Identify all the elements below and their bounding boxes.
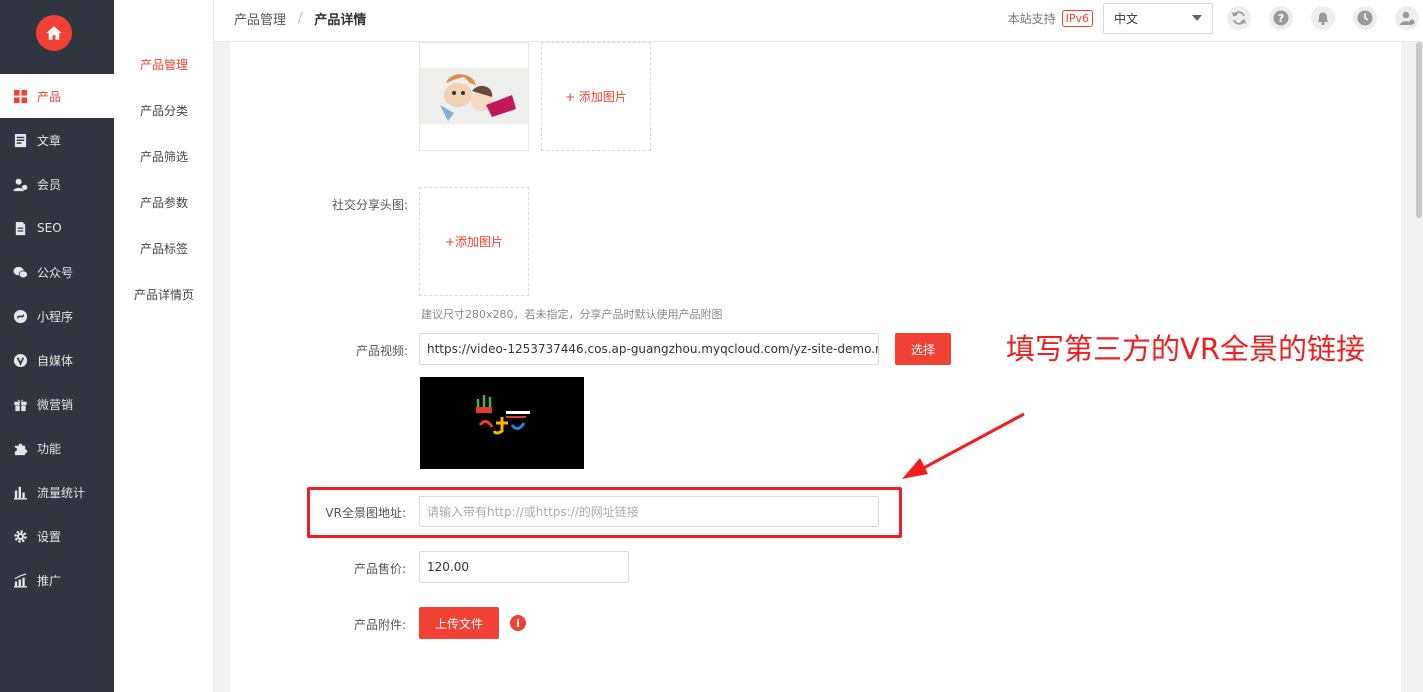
document-icon	[12, 132, 28, 148]
size-hint: 建议尺寸280x280，若未指定，分享产品时默认使用产品附图	[421, 308, 723, 321]
header-actions: 本站支持 IPv6 中文 ?	[1008, 0, 1423, 36]
refresh-button[interactable]	[1227, 6, 1251, 30]
annotation-text: 填写第三方的VR全景的链接	[1006, 332, 1365, 366]
sidebar-item-label: SEO	[37, 221, 62, 235]
subnav-item-product-detail-page[interactable]: 产品详情页	[114, 271, 214, 317]
select-video-button[interactable]: 选择	[895, 333, 951, 365]
sidebar-item-mini-program[interactable]: 小程序	[0, 294, 114, 338]
language-value: 中文	[1114, 11, 1139, 26]
support-text: 本站支持	[1007, 11, 1056, 26]
language-select[interactable]: 中文	[1103, 2, 1213, 34]
video-logo-image	[420, 377, 584, 469]
video-label: 产品视频:	[355, 344, 408, 358]
vr-url-label: VR全景图地址:	[325, 506, 406, 520]
gift-icon	[12, 396, 28, 412]
sidebar-item-label: 会员	[37, 177, 62, 192]
cartoon-image	[420, 43, 528, 150]
sidebar-item-product[interactable]: 产品	[0, 74, 114, 118]
help-button[interactable]: ?	[1269, 6, 1293, 30]
sidebar-item-label: 自媒体	[37, 353, 74, 368]
puzzle-icon	[12, 440, 28, 456]
user-icon	[12, 176, 28, 192]
add-product-image-button[interactable]: + 添加图片	[541, 42, 651, 151]
svg-text:?: ?	[1278, 12, 1284, 25]
sidebar-item-label: 小程序	[37, 309, 74, 324]
sidebar-item-self-media[interactable]: 自媒体	[0, 338, 114, 382]
clock-icon	[1357, 10, 1373, 26]
sidebar-item-label: 功能	[37, 441, 62, 456]
add-image-label: + 添加图片	[565, 90, 627, 104]
sidebar-item-settings[interactable]: 设置	[0, 514, 114, 558]
product-image-thumb[interactable]	[419, 42, 529, 151]
price-label: 产品售价:	[353, 562, 406, 576]
mini-program-icon	[12, 308, 28, 324]
info-icon[interactable]: i	[510, 615, 526, 631]
main-sidebar: 产品 文章 会员 SEO 公众号 小程序 自媒体 微营销 功能 流量统计 设置 …	[0, 0, 114, 692]
bar-chart-icon	[12, 484, 28, 500]
refresh-icon	[1231, 11, 1247, 25]
gear-icon	[12, 528, 28, 544]
help-icon: ?	[1273, 10, 1289, 26]
home-icon	[46, 26, 62, 40]
breadcrumb-product-management[interactable]: 产品管理	[234, 9, 286, 28]
grid-icon	[12, 88, 28, 104]
sidebar-item-label: 微营销	[37, 397, 74, 412]
sidebar-item-traffic-stats[interactable]: 流量统计	[0, 470, 114, 514]
home-logo-button[interactable]	[36, 15, 72, 51]
sidebar-item-micro-marketing[interactable]: 微营销	[0, 382, 114, 426]
subnav-item-product-filter[interactable]: 产品筛选	[114, 133, 214, 179]
subnav-item-product-params[interactable]: 产品参数	[114, 179, 214, 225]
sidebar-item-label: 流量统计	[37, 485, 86, 500]
subnav-item-product-management[interactable]: 产品管理	[114, 41, 214, 87]
video-thumbnail[interactable]	[420, 377, 584, 469]
sidebar-nav: 产品 文章 会员 SEO 公众号 小程序 自媒体 微营销 功能 流量统计 设置 …	[0, 74, 114, 602]
attachment-label: 产品附件:	[353, 618, 406, 632]
account-button[interactable]	[1395, 6, 1419, 30]
breadcrumb-current: 产品详情	[314, 12, 367, 28]
subnav-item-product-tags[interactable]: 产品标签	[114, 225, 214, 271]
secondary-nav-list: 产品管理 产品分类 产品筛选 产品参数 产品标签 产品详情页	[114, 41, 214, 317]
account-icon	[1400, 11, 1415, 25]
trend-icon	[12, 572, 28, 588]
history-button[interactable]	[1353, 6, 1377, 30]
sidebar-item-features[interactable]: 功能	[0, 426, 114, 470]
social-add-image-label: +添加图片	[444, 235, 504, 249]
sidebar-item-member[interactable]: 会员	[0, 162, 114, 206]
sidebar-item-label: 推广	[37, 573, 62, 588]
secondary-nav: 产品管理 产品分类 产品筛选 产品参数 产品标签 产品详情页	[114, 0, 214, 692]
annotation-arrow-icon	[902, 412, 1025, 479]
top-header: 产品管理 / 产品详情 本站支持 IPv6 中文 ?	[214, 0, 1423, 42]
price-field[interactable]: 120.00	[419, 551, 629, 583]
breadcrumb-separator: /	[298, 10, 303, 26]
sidebar-item-seo[interactable]: SEO	[0, 206, 114, 250]
wechat-icon	[12, 264, 28, 280]
sidebar-item-wechat[interactable]: 公众号	[0, 250, 114, 294]
sidebar-item-label: 设置	[37, 529, 62, 544]
video-url-field[interactable]: https://video-1253737446.cos.ap-guangzho…	[419, 333, 879, 365]
bell-icon	[1318, 12, 1328, 26]
sidebar-item-label: 文章	[37, 133, 62, 148]
sidebar-item-article[interactable]: 文章	[0, 118, 114, 162]
chevron-down-icon	[1192, 15, 1202, 21]
breadcrumb: 产品管理 / 产品详情	[234, 0, 366, 36]
scrollbar-thumb[interactable]	[1416, 42, 1422, 218]
v-icon	[12, 352, 28, 368]
sidebar-item-promotion[interactable]: 推广	[0, 558, 114, 602]
ipv6-badge: IPv6	[1061, 9, 1093, 27]
add-social-image-button[interactable]: +添加图片	[419, 187, 529, 296]
sidebar-item-label: 产品	[37, 89, 62, 104]
vr-url-input[interactable]	[419, 496, 879, 527]
file-icon	[12, 220, 28, 236]
upload-file-button[interactable]: 上传文件	[419, 607, 499, 639]
subnav-item-product-category[interactable]: 产品分类	[114, 87, 214, 133]
social-share-label: 社交分享头图:	[331, 198, 408, 212]
notification-button[interactable]	[1311, 6, 1335, 30]
sidebar-item-label: 公众号	[37, 265, 74, 280]
